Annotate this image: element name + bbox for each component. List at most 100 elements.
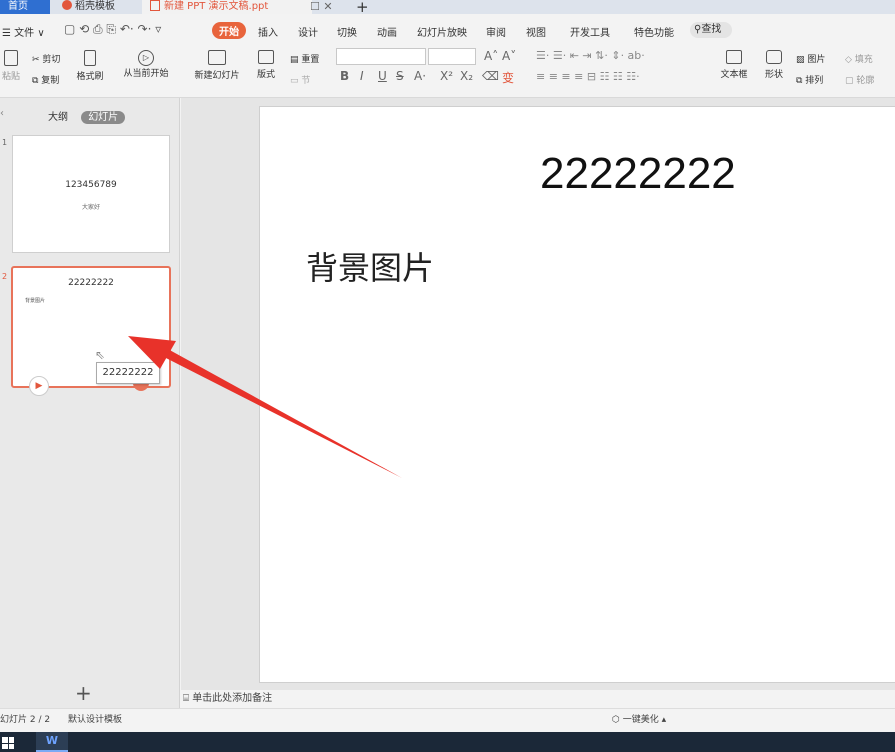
format-painter-button[interactable]: 格式刷 [74, 50, 106, 82]
special-format-icon[interactable]: 变 [502, 69, 514, 86]
font-size-select[interactable] [428, 48, 476, 65]
menu-view[interactable]: 视图 [526, 24, 546, 39]
outline-label: 轮廓 [856, 76, 875, 86]
docer-logo-icon [62, 0, 72, 10]
picture-icon: ▨ [796, 55, 808, 65]
tab-outline[interactable]: 大纲 [48, 112, 68, 123]
os-taskbar: W [0, 732, 895, 752]
play-slide-icon[interactable]: ▶ [29, 376, 49, 396]
subscript-icon[interactable]: X₂ [460, 69, 473, 83]
tab-document-label: 新建 PPT 演示文稿.ppt [164, 1, 269, 12]
arrange-button[interactable]: ⧉ 排列 [796, 73, 823, 86]
quick-access-icons[interactable]: ▢ ⟲ ⎙ ⎘ ↶· ↷· ▿ [64, 22, 161, 37]
layout-button[interactable]: 版式 [252, 50, 280, 80]
ribbon-toolbar: 粘贴 ✂ 剪切 ⧉ 复制 格式刷 ▷ 从当前开始 新建幻灯片 版式 ▤ 重置 ▭ … [0, 46, 895, 98]
outline-icon: ▢ [845, 76, 857, 86]
fill-icon: ◇ [845, 55, 855, 65]
slide-number-1: 1 [2, 138, 8, 147]
clear-format-icon[interactable]: ⌫ [482, 69, 499, 83]
beautify-label: 一键美化 [622, 715, 659, 725]
tab-close-button[interactable]: ☐ ✕ [310, 0, 333, 13]
new-slide-label: 新建幻灯片 [194, 71, 240, 81]
play-from-current-button[interactable]: ▷ 从当前开始 [118, 50, 174, 79]
add-slide-button[interactable]: + [75, 681, 92, 705]
slide-panel: ‹ 大纲 幻灯片 1 123456789 大家好 2 22222222 背景图片… [0, 98, 180, 708]
notes-pane[interactable]: ⌸ 单击此处添加备注 [181, 690, 895, 708]
strikethrough-icon[interactable]: S [396, 69, 404, 83]
section-button[interactable]: ▭ 节 [290, 73, 310, 86]
fill-label: 填充 [854, 55, 873, 65]
search-box[interactable]: ⚲查找 [690, 22, 732, 38]
tab-bar: 首页 稻壳模板 新建 PPT 演示文稿.ppt ☐ ✕ + [0, 0, 895, 16]
font-grow-shrink[interactable]: A˄ A˅ [484, 49, 516, 63]
layout-label: 版式 [256, 70, 275, 80]
reset-label: 重置 [301, 55, 320, 65]
textbox-icon [726, 50, 742, 64]
shape-icon [766, 50, 782, 64]
copy-label: 复制 [41, 76, 60, 86]
slide-body-text[interactable]: 背景图片 [306, 243, 434, 289]
outline-button[interactable]: ▢ 轮廓 [845, 73, 874, 86]
notes-icon: ⌸ [183, 693, 193, 704]
menu-slideshow[interactable]: 幻灯片放映 [417, 24, 467, 39]
current-slide[interactable]: 22222222 背景图片 [259, 106, 895, 683]
cut-label: 剪切 [42, 55, 61, 65]
menu-bar: ☰ 文件 ∨ ▢ ⟲ ⎙ ⎘ ↶· ↷· ▿ 开始 插入 设计 切换 动画 幻灯… [0, 14, 895, 46]
copy-button[interactable]: ⧉ 复制 [32, 73, 59, 86]
menu-developer[interactable]: 开发工具 [570, 24, 610, 39]
from-current-label: 从当前开始 [123, 69, 169, 79]
paragraph-tools-bottom[interactable]: ≡ ≡ ≡ ≡ ⊟ ☷ ☷ ☷· [536, 70, 640, 83]
windows-start-icon[interactable] [2, 737, 14, 749]
tab-templates-label: 稻壳模板 [75, 1, 115, 12]
cut-button[interactable]: ✂ 剪切 [32, 52, 60, 65]
menu-review[interactable]: 审阅 [486, 24, 506, 39]
tab-templates[interactable]: 稻壳模板 [54, 0, 138, 14]
ppt-file-icon [150, 0, 160, 11]
menu-features[interactable]: 特色功能 [634, 24, 674, 39]
paste-label: 粘贴 [1, 72, 20, 82]
picture-button[interactable]: ▨ 图片 [796, 52, 825, 65]
new-slide-button[interactable]: 新建幻灯片 [188, 50, 246, 81]
menu-home[interactable]: 开始 [212, 22, 246, 39]
panel-view-tabs: 大纲 幻灯片 [48, 108, 126, 124]
menu-file[interactable]: ☰ 文件 ∨ [2, 24, 45, 39]
italic-icon[interactable]: I [360, 69, 364, 83]
thumb2-title: 22222222 [68, 278, 114, 288]
menu-animation[interactable]: 动画 [377, 24, 397, 39]
underline-icon[interactable]: U [378, 69, 387, 83]
bold-icon[interactable]: B [340, 69, 349, 83]
slide-count: 幻灯片 2 / 2 [0, 715, 51, 725]
slide-title[interactable]: 22222222 [540, 149, 736, 199]
menu-transition[interactable]: 切换 [337, 24, 357, 39]
play-circle-icon: ▷ [138, 50, 154, 66]
superscript-icon[interactable]: X² [440, 69, 453, 83]
tab-document[interactable]: 新建 PPT 演示文稿.ppt [142, 0, 312, 14]
tab-home[interactable]: 首页 [0, 0, 50, 14]
notes-placeholder: 单击此处添加备注 [192, 693, 273, 704]
slide-number-2: 2 [2, 272, 8, 281]
beautify-icon: ⬡ [612, 715, 623, 725]
reset-button[interactable]: ▤ 重置 [290, 52, 319, 65]
paragraph-tools-top[interactable]: ☰· ☰· ⇤ ⇥ ⇅· ⇕· ab· [536, 49, 645, 62]
fill-button[interactable]: ◇ 填充 [845, 52, 873, 65]
font-family-select[interactable] [336, 48, 426, 65]
search-label: 查找 [701, 24, 722, 35]
paste-button[interactable]: 粘贴 [0, 50, 22, 82]
slide-tooltip: 22222222 [96, 362, 160, 384]
collapse-panel-icon[interactable]: ‹ [0, 108, 4, 119]
shape-button[interactable]: 形状 [760, 50, 788, 80]
wps-app-icon[interactable]: W [36, 732, 68, 752]
font-color-icon[interactable]: A· [414, 69, 426, 83]
slide-thumbnail-1[interactable]: 123456789 大家好 [12, 135, 170, 253]
beautify-button[interactable]: ⬡ 一键美化 ▴ [612, 709, 666, 731]
scissors-icon: ✂ [32, 55, 43, 65]
template-name[interactable]: 默认设计模板 [68, 709, 122, 731]
layout-icon [258, 50, 274, 64]
menu-design[interactable]: 设计 [298, 24, 318, 39]
picture-label: 图片 [807, 55, 826, 65]
tab-slides[interactable]: 幻灯片 [81, 111, 126, 124]
new-slide-icon [208, 50, 226, 65]
textbox-button[interactable]: 文本框 [716, 50, 752, 80]
thumb1-title: 123456789 [65, 180, 117, 190]
menu-insert[interactable]: 插入 [258, 24, 278, 39]
